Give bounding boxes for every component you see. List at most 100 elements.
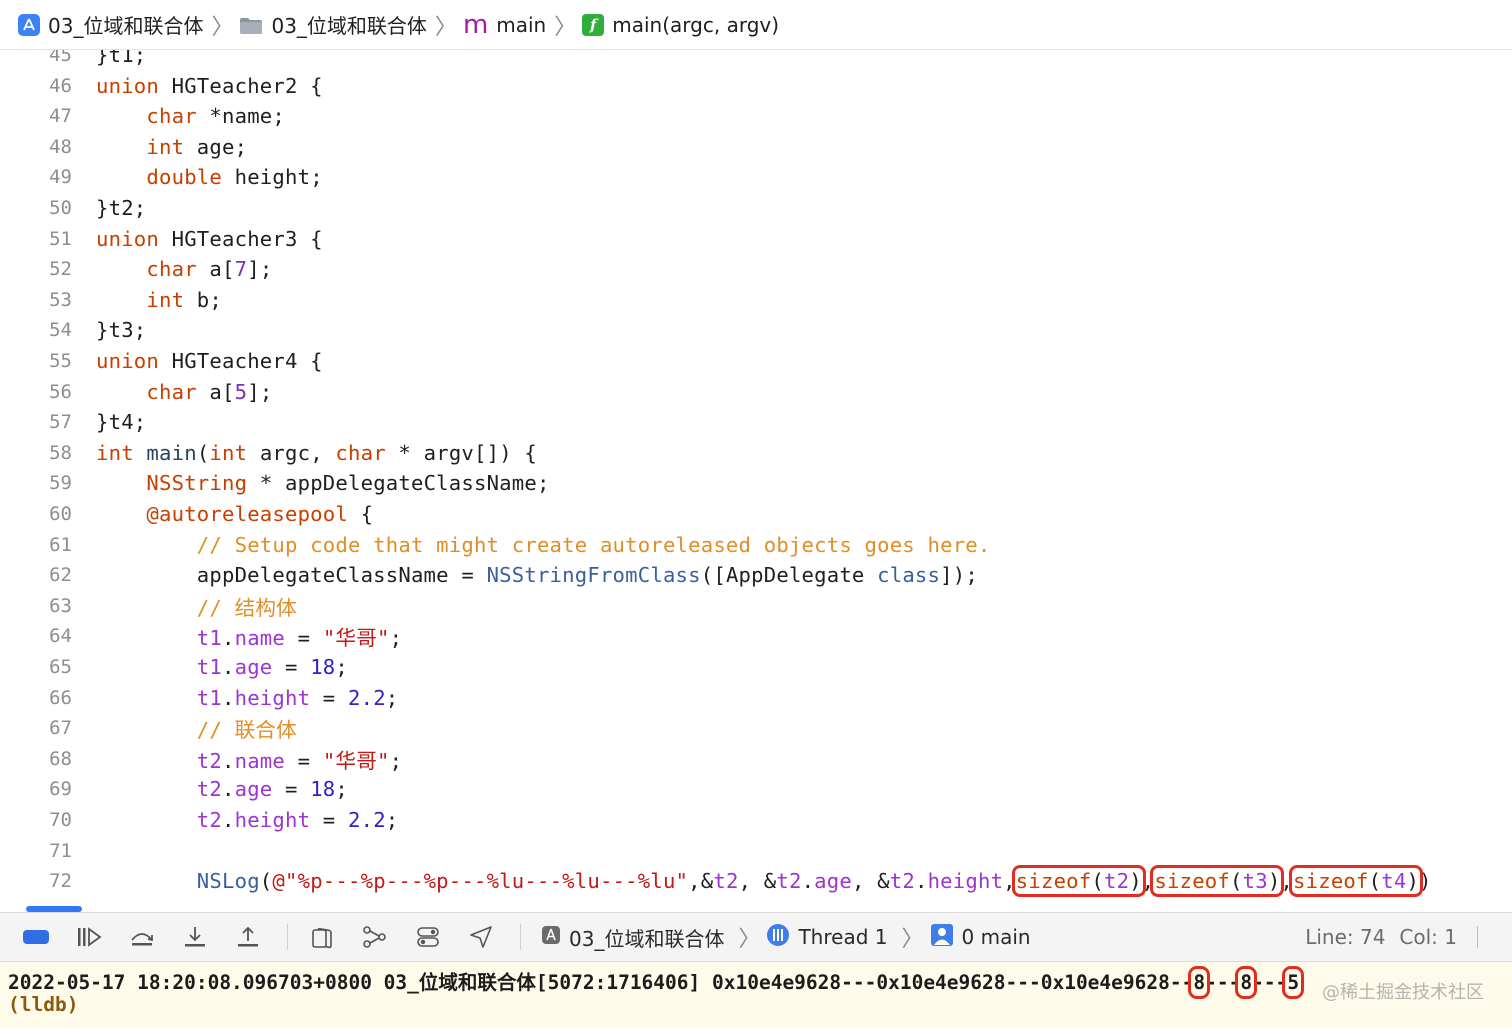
chevron-right-icon: 〉 <box>738 927 761 952</box>
line-number[interactable]: 59 <box>22 472 72 494</box>
line-code: appDelegateClassName = NSStringFromClass… <box>96 563 978 588</box>
breadcrumb-project-label: 03_位域和联合体 <box>48 14 204 38</box>
console-size-t4: 5 <box>1282 966 1304 999</box>
line-number[interactable]: 68 <box>22 748 72 770</box>
code-line[interactable]: 66 t1.height = 2.2; <box>0 683 1512 713</box>
code-line[interactable]: 47 char *name; <box>0 101 1512 131</box>
code-line[interactable]: 60 @autoreleasepool { <box>0 499 1512 529</box>
lldb-prompt[interactable]: (lldb) <box>8 993 78 1016</box>
code-line[interactable]: 65 t1.age = 18; <box>0 652 1512 682</box>
line-number[interactable]: 51 <box>22 228 72 250</box>
code-line[interactable]: 61 // Setup code that might create autor… <box>0 530 1512 560</box>
debug-console[interactable]: 2022-05-17 18:20:08.096703+0800 03_位域和联合… <box>0 962 1512 1028</box>
code-line[interactable]: 59 NSString * appDelegateClassName; <box>0 468 1512 498</box>
code-line[interactable]: 50}t2; <box>0 193 1512 223</box>
line-code: union HGTeacher4 { <box>96 349 323 373</box>
code-line[interactable]: 52 char a[7]; <box>0 254 1512 284</box>
line-code: t1.height = 2.2; <box>196 685 399 710</box>
code-line[interactable]: 68 t2.name = "华哥"; <box>0 744 1512 774</box>
code-line[interactable]: 55 union HGTeacher4 { <box>0 346 1512 376</box>
code-line[interactable]: 46 union HGTeacher2 { <box>0 71 1512 101</box>
code-line[interactable]: 54}t3; <box>0 315 1512 345</box>
step-over-icon[interactable] <box>128 923 156 951</box>
console-size-t2: 8 <box>1188 966 1210 999</box>
debug-crumb-project[interactable]: 03_位域和联合体 <box>541 923 724 952</box>
line-code: }t1; <box>96 50 147 67</box>
code-line[interactable]: 58 int main(int argc, char * argv[]) { <box>0 438 1512 468</box>
breadcrumb-function-label: main(argc, argv) <box>612 12 780 37</box>
line-number[interactable]: 45 <box>22 50 72 66</box>
simulate-location-icon[interactable] <box>467 923 495 951</box>
code-line[interactable]: 70 t2.height = 2.2; <box>0 805 1512 835</box>
debug-crumb-project-label: 03_位域和联合体 <box>569 926 725 951</box>
code-line[interactable]: 48 int age; <box>0 132 1512 162</box>
line-number[interactable]: 52 <box>22 258 72 280</box>
environment-overrides-icon[interactable] <box>414 923 442 951</box>
line-number[interactable]: 47 <box>22 105 72 127</box>
breadcrumb-project[interactable]: 03_位域和联合体 <box>18 0 203 50</box>
continue-icon[interactable] <box>75 923 103 951</box>
line-number[interactable]: 46 <box>22 75 72 97</box>
line-number[interactable]: 71 <box>22 840 72 862</box>
console-log-line: 2022-05-17 18:20:08.096703+0800 03_位域和联合… <box>8 966 1304 999</box>
chevron-right-icon: 〉 <box>211 14 234 40</box>
debug-area-toggle-button[interactable] <box>22 923 50 951</box>
line-number[interactable]: 63 <box>22 595 72 617</box>
line-number[interactable]: 49 <box>22 166 72 188</box>
line-number[interactable]: 67 <box>22 717 72 739</box>
line-number[interactable]: 70 <box>22 809 72 831</box>
code-line[interactable]: 53 int b; <box>0 285 1512 315</box>
cursor-position: Line: 74 Col: 1 <box>1305 913 1478 961</box>
step-into-icon[interactable] <box>181 923 209 951</box>
code-line[interactable]: 57}t4; <box>0 407 1512 437</box>
code-line[interactable]: 49 double height; <box>0 162 1512 192</box>
source-editor[interactable]: 45 }t1; 46 union HGTeacher2 {47 char *name;… <box>0 50 1512 912</box>
line-number[interactable]: 58 <box>22 442 72 464</box>
line-number[interactable]: 56 <box>22 381 72 403</box>
line-code: int main(int argc, char * argv[]) { <box>96 440 538 465</box>
code-line[interactable]: 69 t2.age = 18; <box>0 774 1512 804</box>
breadcrumb-folder-label: 03_位域和联合体 <box>271 14 427 38</box>
code-line[interactable]: 63 // 结构体 <box>0 591 1512 621</box>
line-number[interactable]: 55 <box>22 350 72 372</box>
breadcrumb-folder[interactable]: 03_位域和联合体 <box>239 0 427 50</box>
line-number[interactable]: 53 <box>22 289 72 311</box>
code-line[interactable]: 51 union HGTeacher3 { <box>0 224 1512 254</box>
line-number[interactable]: 65 <box>22 656 72 678</box>
toolbar-divider <box>520 924 521 950</box>
line-number[interactable]: 61 <box>22 534 72 556</box>
console-dash: --- <box>1252 971 1288 994</box>
memory-graph-icon[interactable] <box>361 923 389 951</box>
sizeof-highlight: sizeof(t3) <box>1150 865 1285 898</box>
line-number[interactable]: 62 <box>22 564 72 586</box>
step-out-icon[interactable] <box>234 923 262 951</box>
debug-crumb-frame[interactable]: 0 main <box>930 923 1031 952</box>
line-number[interactable]: 64 <box>22 625 72 647</box>
line-number[interactable]: 69 <box>22 778 72 800</box>
code-line[interactable]: 72 NSLog(@"%p---%p---%p---%lu---%lu---%l… <box>0 865 1512 898</box>
view-hierarchy-icon[interactable] <box>308 923 336 951</box>
line-number[interactable]: 48 <box>22 136 72 158</box>
line-number[interactable]: 50 <box>22 197 72 219</box>
sizeof-highlight: sizeof(t2) <box>1011 865 1146 898</box>
breadcrumb-function[interactable]: f main(argc, argv) <box>582 0 779 50</box>
code-line[interactable]: 62 appDelegateClassName = NSStringFromCl… <box>0 560 1512 590</box>
code-line[interactable]: 64 t1.name = "华哥"; <box>0 621 1512 651</box>
line-number[interactable]: 57 <box>22 411 72 433</box>
line-number[interactable]: 54 <box>22 319 72 341</box>
code-line[interactable]: 71 <box>0 836 1512 866</box>
objc-file-icon: m <box>462 9 489 40</box>
line-number[interactable]: 72 <box>22 870 72 892</box>
code-line[interactable]: 45 }t1; <box>0 50 1512 70</box>
code-line[interactable]: 67 // 联合体 <box>0 713 1512 743</box>
debug-crumb-thread[interactable]: Thread 1 <box>766 923 887 952</box>
line-number[interactable]: 60 <box>22 503 72 525</box>
breadcrumb-file[interactable]: m main <box>463 0 546 50</box>
line-code: t2.age = 18; <box>196 777 349 802</box>
code-line[interactable]: 56 char a[5]; <box>0 377 1512 407</box>
line-number[interactable]: 66 <box>22 687 72 709</box>
watermark: @稀土掘金技术社区 <box>1322 982 1484 1003</box>
console-log-prefix: 2022-05-17 18:20:08.096703+0800 03_位域和联合… <box>8 971 1194 994</box>
debug-crumb-frame-label: 0 main <box>961 925 1031 949</box>
line-code: char a[7]; <box>146 257 273 282</box>
